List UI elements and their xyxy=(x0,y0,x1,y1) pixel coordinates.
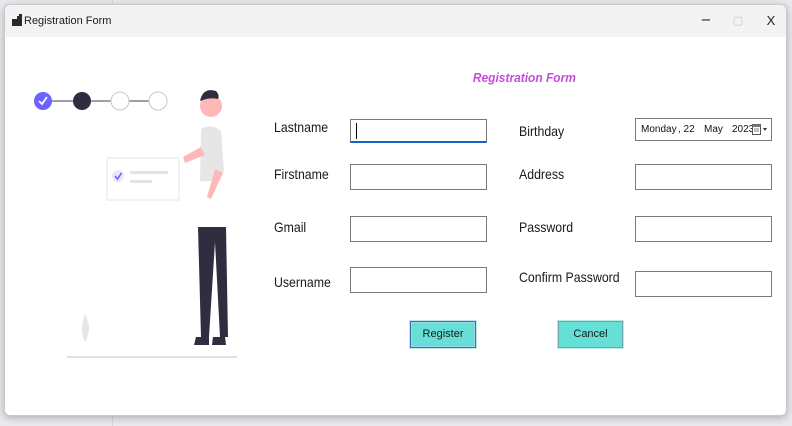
app-icon xyxy=(12,14,22,26)
form-title: Registration Form xyxy=(472,70,576,85)
calendar-icon[interactable] xyxy=(752,123,768,136)
minimize-button[interactable]: − xyxy=(691,10,721,32)
username-label: Username xyxy=(274,274,331,290)
text-caret xyxy=(356,123,357,139)
address-input[interactable] xyxy=(635,164,772,190)
date-day: , 22 xyxy=(678,124,695,135)
window-title: Registration Form xyxy=(24,15,112,27)
register-button[interactable]: Register xyxy=(409,320,477,349)
step-circle-1 xyxy=(34,92,52,110)
cancel-button[interactable]: Cancel xyxy=(557,320,624,349)
birthday-label: Birthday xyxy=(519,123,565,139)
form-content: Registration Form Lastname Firstname Gma… xyxy=(5,37,786,415)
birthday-date-picker[interactable]: Monday , 22 May 2023 xyxy=(635,118,772,141)
registration-illustration xyxy=(34,90,237,358)
person-figure xyxy=(183,90,228,345)
firstname-input[interactable] xyxy=(350,164,487,190)
firstname-label: Firstname xyxy=(274,166,329,182)
password-label: Password xyxy=(519,219,574,235)
checklist-card xyxy=(106,157,180,201)
step-circle-2 xyxy=(73,92,91,110)
lastname-input[interactable] xyxy=(350,119,487,143)
close-button[interactable]: X xyxy=(756,10,786,32)
password-input[interactable] xyxy=(635,216,772,242)
dropdown-arrow-icon xyxy=(763,128,767,131)
maximize-button[interactable]: ▢ xyxy=(723,10,753,32)
date-month: May xyxy=(704,124,723,135)
address-label: Address xyxy=(519,166,565,182)
username-input[interactable] xyxy=(350,267,487,293)
gmail-label: Gmail xyxy=(274,219,307,235)
lastname-label: Lastname xyxy=(274,119,329,135)
plant-decoration xyxy=(82,314,89,342)
date-day-name: Monday xyxy=(641,124,677,135)
step-circle-4 xyxy=(148,91,168,111)
gmail-input[interactable] xyxy=(350,216,487,242)
date-year: 2023 xyxy=(732,124,755,135)
confirm-password-input[interactable] xyxy=(635,271,772,297)
step-circle-3 xyxy=(110,91,130,111)
title-bar[interactable]: Registration Form − ▢ X xyxy=(5,5,786,37)
confirm-password-label: Confirm Password xyxy=(519,269,620,285)
registration-window: Registration Form − ▢ X Registration For… xyxy=(4,4,787,416)
